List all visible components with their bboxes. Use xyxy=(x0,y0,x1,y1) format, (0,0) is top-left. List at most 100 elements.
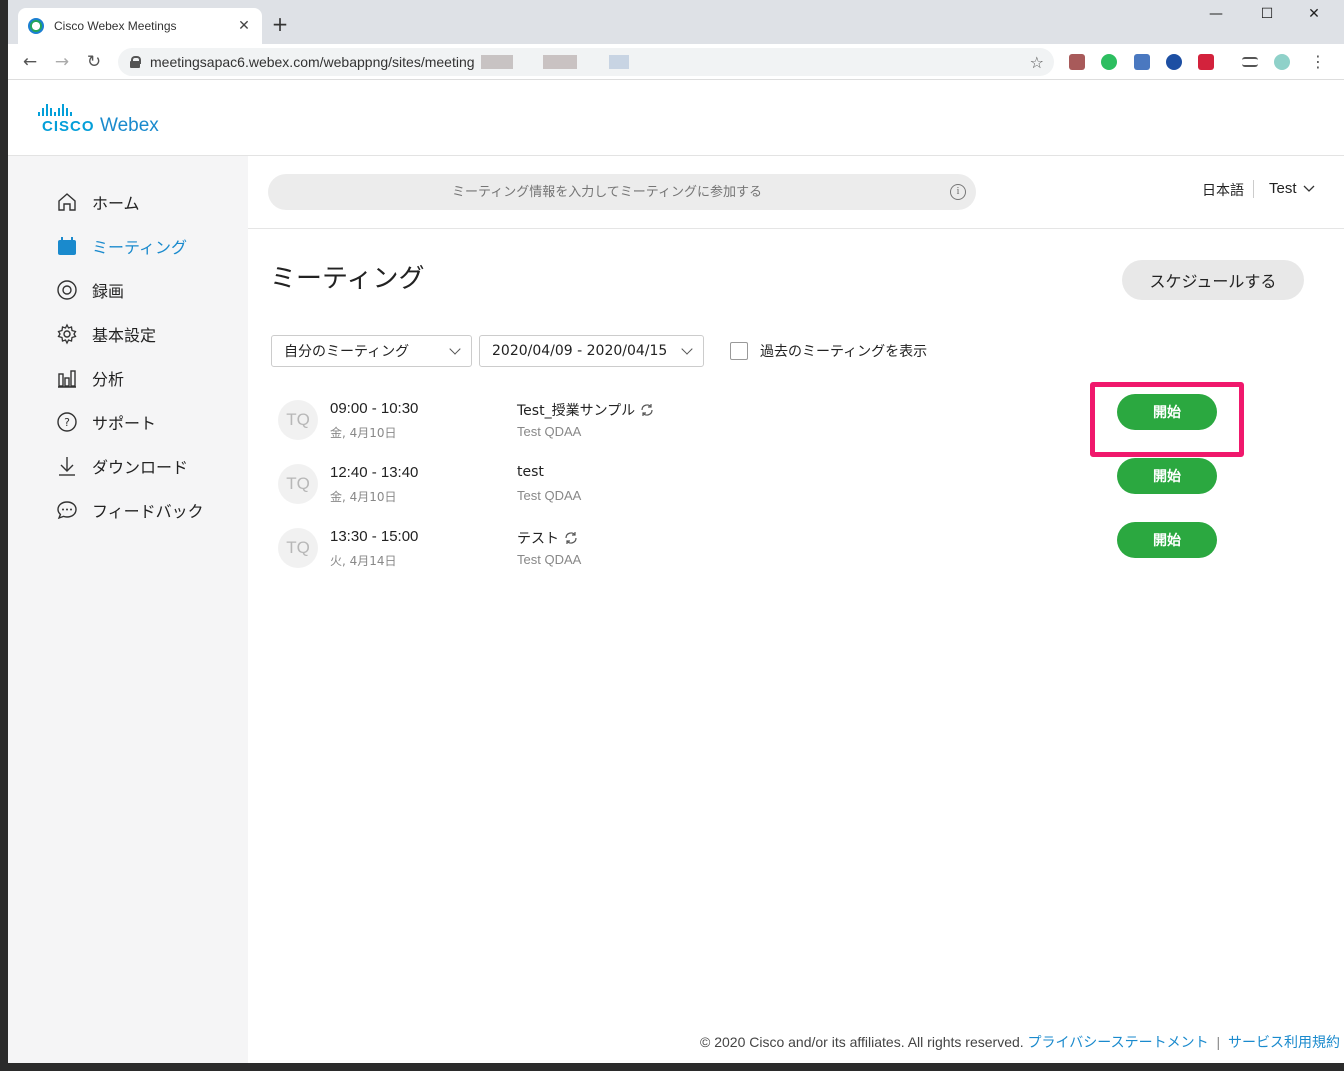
extension-icon[interactable] xyxy=(1134,54,1150,70)
sidebar-item-label: ミーティング xyxy=(92,238,188,257)
chart-icon xyxy=(56,367,78,389)
new-tab-icon[interactable]: + xyxy=(270,14,290,34)
media-icon[interactable] xyxy=(1242,57,1258,67)
schedule-button[interactable]: スケジュールする xyxy=(1122,260,1304,300)
meeting-row: TQ 12:40 - 13:40 金, 4月10日 test Test QDAA… xyxy=(278,458,1298,520)
sidebar-item-feedback[interactable]: フィードバック xyxy=(56,496,204,524)
sidebar-item-home[interactable]: ホーム xyxy=(56,188,140,216)
user-name: Test xyxy=(1269,180,1297,197)
sidebar-item-label: 録画 xyxy=(92,282,125,301)
sidebar-item-label: ホーム xyxy=(92,194,140,213)
meeting-date: 金, 4月10日 xyxy=(330,490,397,504)
extension-icon[interactable] xyxy=(1274,54,1290,70)
meeting-title-text: test xyxy=(517,464,544,480)
sidebar-item-label: 基本設定 xyxy=(92,326,157,345)
sidebar-item-support[interactable]: ? サポート xyxy=(56,408,156,436)
meeting-title[interactable]: テスト xyxy=(517,528,579,548)
footer-separator: | xyxy=(1216,1034,1221,1050)
webex-logo-text: Webex xyxy=(100,115,159,136)
minimize-icon[interactable]: — xyxy=(1206,6,1226,22)
cisco-logo-text: CISCO xyxy=(42,118,95,135)
sidebar-item-download[interactable]: ダウンロード xyxy=(56,452,188,480)
pdf-extension-icon[interactable] xyxy=(1069,54,1085,70)
start-meeting-button[interactable]: 開始 xyxy=(1117,458,1217,494)
meeting-date: 金, 4月10日 xyxy=(330,426,397,440)
extension-icon[interactable] xyxy=(1166,54,1182,70)
meeting-host: Test QDAA xyxy=(517,424,582,439)
sidebar-item-label: フィードバック xyxy=(92,502,204,521)
meeting-title[interactable]: test xyxy=(517,464,544,480)
tab-close-icon[interactable]: ✕ xyxy=(236,18,252,34)
window-close-icon[interactable]: ✕ xyxy=(1304,6,1324,22)
webex-header: CISCO Webex xyxy=(8,80,1344,156)
copyright-text: © 2020 Cisco and/or its affiliates. All … xyxy=(700,1034,1024,1050)
page-title: ミーティング xyxy=(270,264,425,294)
browser-toolbar: ← → ↻ meetingsapac6.webex.com/webappng/s… xyxy=(8,44,1344,80)
address-bar[interactable]: meetingsapac6.webex.com/webappng/sites/m… xyxy=(118,48,1054,76)
sidebar-item-settings[interactable]: 基本設定 xyxy=(56,320,156,348)
meeting-time: 13:30 - 15:00 xyxy=(330,528,419,545)
reload-icon[interactable]: ↻ xyxy=(84,52,104,72)
meeting-time: 12:40 - 13:40 xyxy=(330,464,419,481)
help-icon: ? xyxy=(56,411,78,433)
meeting-title-text: Test_授業サンプル xyxy=(517,403,636,419)
info-icon[interactable]: i xyxy=(950,184,966,200)
browser-window: Cisco Webex Meetings ✕ + — ☐ ✕ ← → ↻ mee… xyxy=(8,0,1344,1063)
date-range-select[interactable]: 2020/04/09 - 2020/04/15 xyxy=(479,335,704,367)
svg-text:?: ? xyxy=(64,416,70,429)
avatar: TQ xyxy=(278,400,318,440)
privacy-link[interactable]: プライバシーステートメント xyxy=(1028,1034,1209,1050)
language-selector[interactable]: 日本語 xyxy=(1202,180,1244,200)
calendar-icon xyxy=(56,235,78,257)
show-past-checkbox[interactable] xyxy=(730,342,748,360)
meeting-date: 火, 4月14日 xyxy=(330,554,397,568)
back-icon[interactable]: ← xyxy=(20,52,40,72)
webex-favicon-icon xyxy=(28,18,44,34)
header-divider-line xyxy=(248,228,1344,229)
meeting-title-text: テスト xyxy=(517,531,559,547)
maximize-icon[interactable]: ☐ xyxy=(1257,6,1277,22)
sidebar-item-label: ダウンロード xyxy=(92,458,189,477)
home-icon xyxy=(56,191,78,213)
chevron-down-icon xyxy=(449,343,461,355)
sidebar: ホーム ミーティング 録画 基本設定 分析 ? サポート ダウンロード フィード… xyxy=(8,156,248,1063)
show-past-label: 過去のミーティングを表示 xyxy=(760,344,928,360)
meeting-row: TQ 13:30 - 15:00 火, 4月14日 テスト Test QDAA … xyxy=(278,522,1298,584)
meeting-time: 09:00 - 10:30 xyxy=(330,400,419,417)
cisco-logo-icon xyxy=(38,104,72,116)
annotation-highlight-box xyxy=(1090,382,1244,457)
evernote-extension-icon[interactable] xyxy=(1101,54,1117,70)
chevron-down-icon xyxy=(1303,185,1315,192)
redacted-block xyxy=(480,55,513,69)
sidebar-item-analytics[interactable]: 分析 xyxy=(56,364,124,392)
extension-icon[interactable] xyxy=(1198,54,1214,70)
meeting-filter-select[interactable]: 自分のミーティング xyxy=(271,335,472,367)
meeting-host: Test QDAA xyxy=(517,552,582,567)
user-menu[interactable]: Test xyxy=(1269,180,1315,197)
tab-bar: Cisco Webex Meetings ✕ + — ☐ ✕ xyxy=(8,0,1344,44)
main-content: i 日本語 Test ミーティング スケジュールする 自分のミーティング 202… xyxy=(248,156,1344,1063)
browser-tab[interactable]: Cisco Webex Meetings ✕ xyxy=(18,8,262,44)
date-range-value: 2020/04/09 - 2020/04/15 xyxy=(492,343,668,359)
sidebar-item-meetings[interactable]: ミーティング xyxy=(56,232,187,260)
join-meeting-input[interactable] xyxy=(268,174,976,210)
feedback-icon xyxy=(56,499,78,521)
meeting-filter-value: 自分のミーティング xyxy=(284,344,410,360)
record-icon xyxy=(56,279,78,301)
url-text: meetingsapac6.webex.com/webappng/sites/m… xyxy=(150,54,475,70)
sidebar-item-recordings[interactable]: 録画 xyxy=(56,276,124,304)
terms-link[interactable]: サービス利用規約 xyxy=(1228,1034,1340,1050)
browser-menu-icon[interactable]: ⋮ xyxy=(1310,52,1326,71)
recurring-icon xyxy=(641,404,653,416)
footer: © 2020 Cisco and/or its affiliates. All … xyxy=(700,1032,1340,1052)
download-icon xyxy=(56,455,78,477)
header-divider xyxy=(1253,180,1254,198)
redacted-block xyxy=(542,55,577,69)
meeting-host: Test QDAA xyxy=(517,488,582,503)
start-meeting-button[interactable]: 開始 xyxy=(1117,522,1217,558)
avatar: TQ xyxy=(278,528,318,568)
lock-icon xyxy=(130,56,141,68)
bookmark-star-icon[interactable]: ☆ xyxy=(1030,53,1044,72)
forward-icon[interactable]: → xyxy=(52,52,72,72)
meeting-title[interactable]: Test_授業サンプル xyxy=(517,400,655,420)
